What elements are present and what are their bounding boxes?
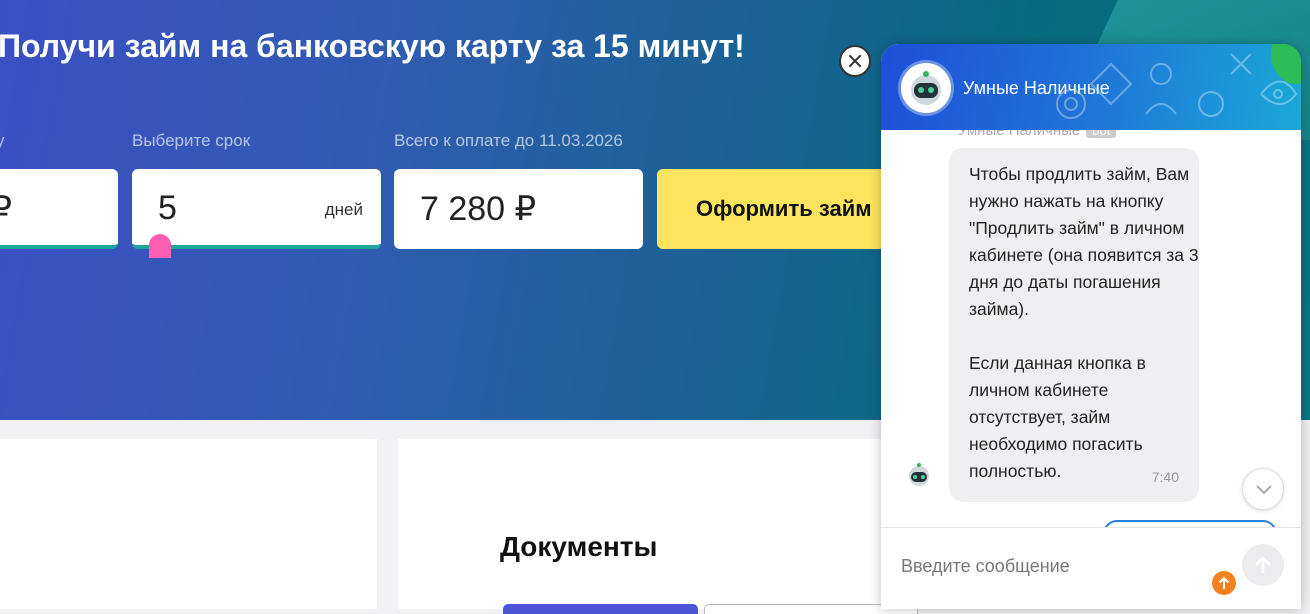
chat-input-area [881,527,1301,609]
chat-header: Умные Наличные [881,44,1301,130]
apply-loan-button[interactable]: Оформить займ [657,169,907,249]
amount-label: у [0,131,5,150]
documents-tab-active[interactable] [503,604,698,614]
bot-avatar-icon [901,63,951,113]
bot-avatar-small-icon [904,460,934,490]
bot-badge: bot [1086,130,1117,138]
total-value: 7 280 ₽ [420,190,537,228]
term-label: Выберите срок [132,131,251,150]
close-chat-button[interactable] [839,45,871,77]
amount-field[interactable]: ₽ [0,169,118,249]
sender-name: Умные Наличные [958,130,1081,139]
message-text: Чтобы продлить займ, Вам нужно нажать на… [969,164,1199,481]
chevron-down-icon [1256,485,1272,495]
chat-title: Умные Наличные [963,78,1110,98]
documents-card: Документы [398,439,918,614]
term-field[interactable]: 5 дней [132,169,381,249]
total-field: 7 280 ₽ [394,169,643,249]
amount-value: ₽ [0,190,12,228]
chat-messages[interactable]: Умные Наличные bot Чтобы продлить займ, В… [881,130,1301,527]
scroll-down-button[interactable] [1242,468,1284,510]
chat-widget: Умные Наличные Умные Наличные bot Чтобы п… [881,44,1301,609]
term-slider-handle[interactable] [149,234,171,258]
info-card [0,439,377,609]
send-button[interactable] [1242,544,1284,586]
arrow-up-icon [1255,556,1271,573]
hero-title: Получи займ на банковскую карту за 15 ми… [0,28,745,64]
message-input[interactable] [899,550,1203,582]
message-sender: Умные Наличные bot [958,130,1117,139]
attach-icon[interactable] [1212,571,1236,595]
total-label: Всего к оплате до 11.03.2026 [394,131,623,150]
message-time: 7:40 [1151,469,1179,485]
quick-reply-button[interactable] [1103,520,1277,527]
message-bubble: Чтобы продлить займ, Вам нужно нажать на… [949,148,1199,502]
term-value: 5 [158,189,177,227]
documents-title: Документы [500,531,658,562]
term-unit: дней [324,200,363,219]
